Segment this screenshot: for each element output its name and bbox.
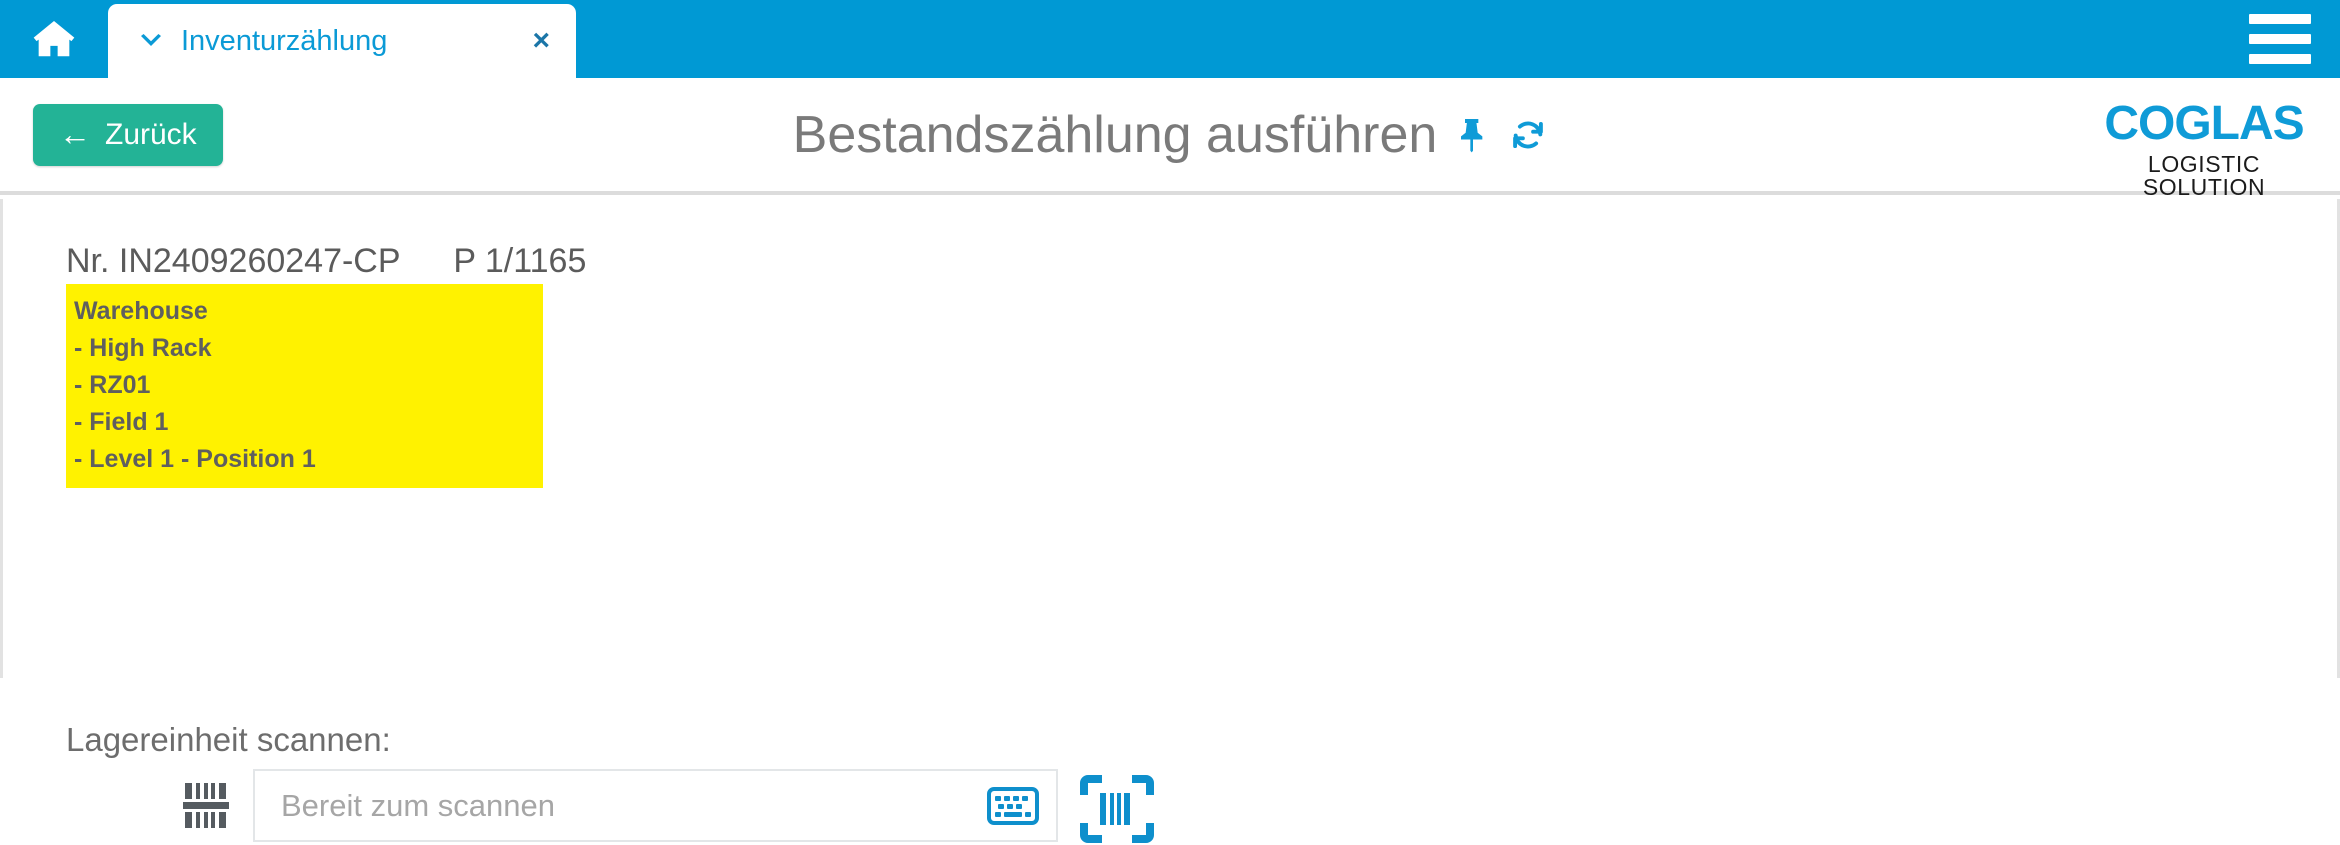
content-panel: Nr. IN2409260247-CP P 1/1165 Warehouse -… bbox=[0, 199, 2340, 843]
location-line-level-position: - Level 1 - Position 1 bbox=[74, 445, 316, 473]
hamburger-bar-2 bbox=[2249, 34, 2311, 44]
coglas-logo: COGLAS LOGISTIC SOLUTION bbox=[2086, 100, 2322, 199]
top-bar: Inventurzählung × bbox=[0, 0, 2340, 78]
location-line-field: - Field 1 bbox=[74, 408, 169, 436]
location-highlight-box: Warehouse - High Rack - RZ01 - Field 1 -… bbox=[66, 284, 543, 488]
logo-wordmark: COGLAS bbox=[2104, 97, 2304, 150]
arrow-left-icon: ← bbox=[59, 116, 91, 152]
home-button[interactable] bbox=[0, 0, 108, 78]
pin-icon[interactable] bbox=[1457, 117, 1489, 153]
location-line-warehouse: Warehouse bbox=[74, 297, 208, 325]
page-counter: P 1/1165 bbox=[453, 242, 587, 280]
scan-label: Lagereinheit scannen: bbox=[66, 721, 391, 758]
location-line-zone: - RZ01 bbox=[74, 371, 151, 399]
tab-label: Inventurzählung bbox=[181, 26, 388, 56]
close-icon[interactable]: × bbox=[522, 26, 550, 56]
scan-row bbox=[173, 769, 1154, 843]
keyboard-icon[interactable] bbox=[986, 784, 1040, 828]
barcode-scan-icon[interactable] bbox=[1078, 773, 1156, 845]
hamburger-bar-1 bbox=[2249, 14, 2311, 24]
home-icon bbox=[28, 16, 80, 62]
tab-inventurzaehlung[interactable]: Inventurzählung × bbox=[108, 4, 576, 78]
record-number: Nr. IN2409260247-CP bbox=[66, 242, 400, 280]
logo-tagline: LOGISTIC SOLUTION bbox=[2142, 151, 2266, 200]
hamburger-bar-3 bbox=[2249, 54, 2311, 64]
record-info: Nr. IN2409260247-CP P 1/1165 bbox=[66, 242, 586, 281]
refresh-icon[interactable] bbox=[1509, 117, 1547, 153]
back-button[interactable]: ← Zurück bbox=[33, 104, 223, 166]
page-title-group: Bestandszählung ausführen bbox=[0, 78, 2340, 191]
barcode-icon bbox=[173, 781, 239, 831]
scan-input-wrapper[interactable] bbox=[253, 769, 1058, 842]
location-line-rack: - High Rack bbox=[74, 334, 212, 362]
scan-input[interactable] bbox=[279, 786, 976, 825]
chevron-down-icon[interactable] bbox=[138, 28, 164, 54]
hamburger-menu-icon[interactable] bbox=[2248, 0, 2340, 78]
back-button-label: Zurück bbox=[105, 118, 197, 151]
page-header: ← Zurück Bestandszählung ausführen COGLA… bbox=[0, 78, 2340, 199]
page-title: Bestandszählung ausführen bbox=[792, 105, 1438, 164]
